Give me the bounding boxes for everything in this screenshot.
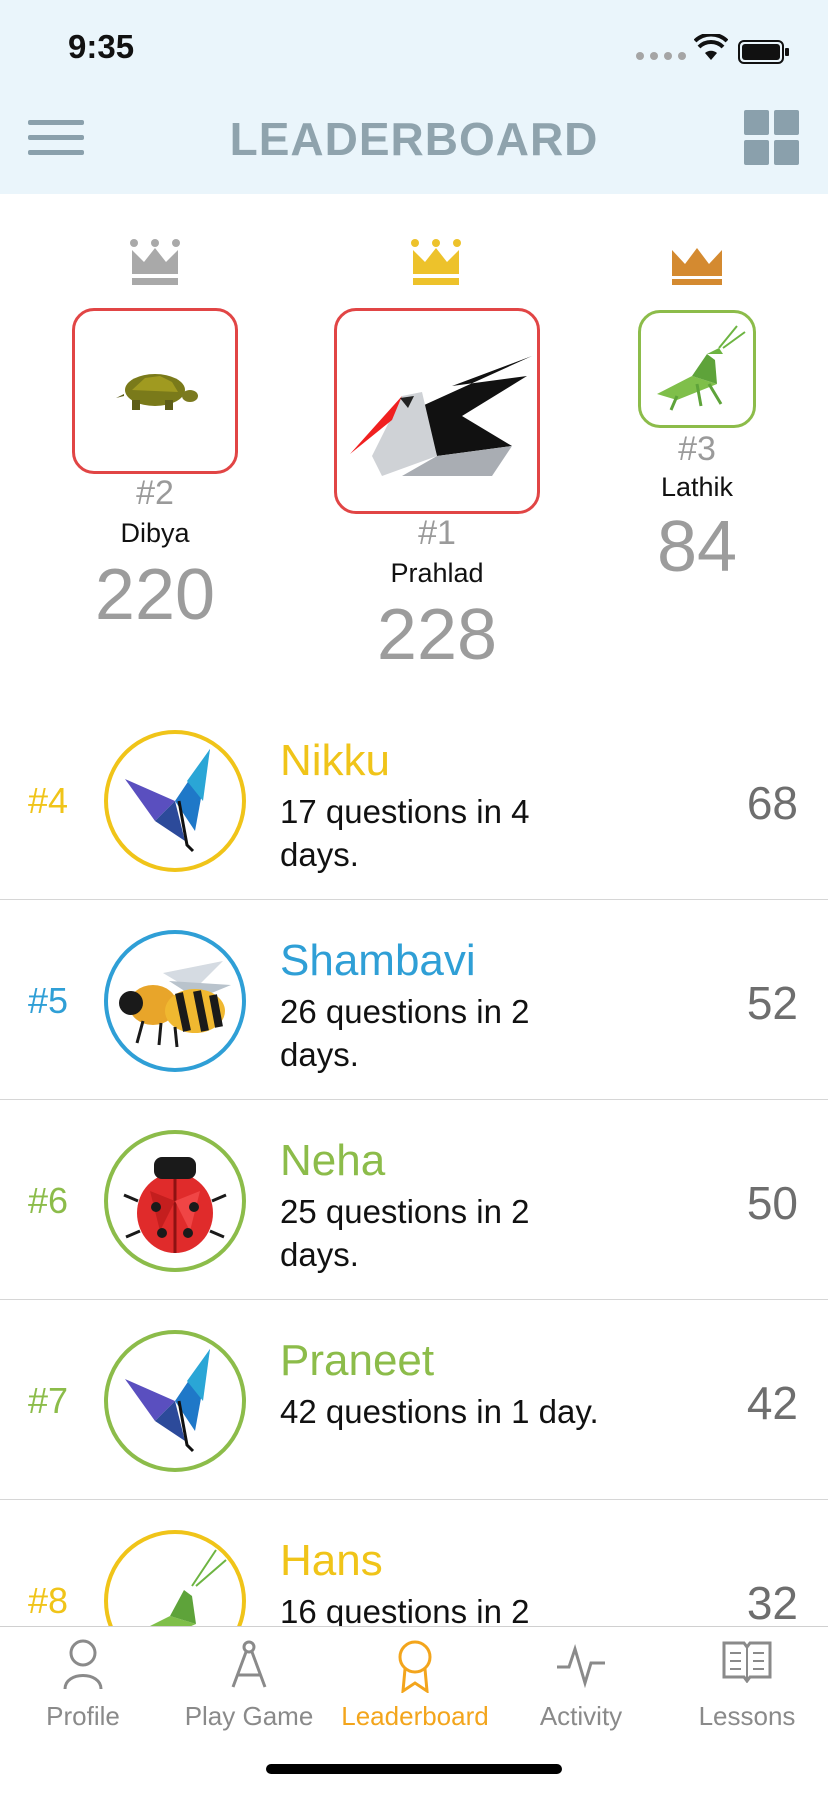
- turtle-icon: [116, 374, 198, 410]
- podium-rank: #1: [418, 514, 456, 552]
- row-score: 68: [746, 777, 798, 829]
- row-score: 50: [746, 1177, 798, 1229]
- row-name: Shambavi: [280, 936, 476, 985]
- tab-label: Profile: [46, 1701, 120, 1731]
- compass-icon: [231, 1640, 267, 1688]
- page-title: LEADERBOARD: [229, 113, 599, 165]
- row-score: 32: [746, 1577, 798, 1629]
- top-header: 9:35 LEADERBOARD: [0, 0, 828, 194]
- bee-icon: [119, 961, 231, 1048]
- row-detail: 17 questions in 4 days.: [280, 793, 530, 873]
- wifi-icon: [694, 34, 728, 60]
- row-detail: 42 questions in 1 day.: [280, 1393, 599, 1430]
- row-name: Nikku: [280, 736, 391, 785]
- podium-score: 220: [94, 555, 216, 635]
- home-indicator[interactable]: [266, 1764, 562, 1774]
- gold-crown-icon: [411, 239, 461, 285]
- activity-pulse-icon: [557, 1643, 605, 1689]
- status-icons: [616, 32, 796, 66]
- open-book-icon: [722, 1641, 772, 1683]
- mantis-icon: [657, 325, 746, 411]
- silver-crown-icon: [130, 239, 180, 285]
- tab-profile[interactable]: Profile: [0, 1627, 166, 1747]
- row-rank: #6: [28, 1180, 69, 1221]
- row-rank: #7: [28, 1380, 69, 1421]
- avatar: [104, 1330, 246, 1472]
- row-rank: #5: [28, 980, 69, 1021]
- podium-avatar-2[interactable]: [72, 308, 238, 474]
- list-item[interactable]: #6 Neha 25 questions in 2 days. 50: [0, 1100, 828, 1300]
- tab-activity[interactable]: Activity: [498, 1627, 664, 1747]
- butterfly-icon: [125, 749, 210, 853]
- podium-rank: #3: [678, 430, 716, 468]
- podium: #2 Dibya 220 #1 Prahlad 228 #3 Lathik 84: [0, 194, 828, 694]
- podium-name: Prahlad: [390, 558, 484, 588]
- list-item[interactable]: #4 Nikku 17 questions in 4 days. 68: [0, 700, 828, 900]
- ladybug-icon: [123, 1157, 227, 1253]
- podium-name: Lathik: [660, 472, 734, 502]
- award-ribbon-icon: [398, 1640, 432, 1693]
- cellular-signal-icon: [636, 52, 686, 60]
- row-detail: 25 questions in 2 days.: [280, 1193, 530, 1273]
- list-item[interactable]: #7 Praneet 42 questions in 1 day. 42: [0, 1300, 828, 1500]
- row-name: Hans: [280, 1536, 383, 1585]
- row-score: 42: [746, 1377, 798, 1429]
- bronze-crown-icon: [672, 248, 722, 285]
- battery-icon: [738, 40, 789, 64]
- row-detail: 26 questions in 2 days.: [280, 993, 530, 1073]
- podium-rank: #2: [136, 474, 174, 512]
- row-score: 52: [746, 977, 798, 1029]
- row-rank: #4: [28, 780, 69, 821]
- avatar: [104, 1130, 246, 1272]
- tab-play-game[interactable]: Play Game: [166, 1627, 332, 1747]
- butterfly-icon: [125, 1349, 210, 1453]
- avatar: [104, 930, 246, 1072]
- status-time: 9:35: [68, 28, 135, 65]
- podium-name: Dibya: [120, 518, 190, 548]
- podium-avatar-3[interactable]: [638, 310, 756, 428]
- person-icon: [63, 1639, 103, 1690]
- podium-score: 84: [656, 507, 738, 587]
- list-item[interactable]: #5 Shambavi 26 questions in 2 days. 52: [0, 900, 828, 1100]
- tab-leaderboard[interactable]: Leaderboard: [332, 1627, 498, 1747]
- row-name: Neha: [280, 1136, 386, 1185]
- tab-label: Play Game: [184, 1701, 314, 1731]
- tab-label: Leaderboard: [341, 1701, 489, 1731]
- tab-label: Lessons: [698, 1701, 796, 1731]
- grid-view-icon[interactable]: [744, 110, 800, 166]
- row-name: Praneet: [280, 1336, 435, 1385]
- tab-lessons[interactable]: Lessons: [664, 1627, 828, 1747]
- podium-score: 228: [376, 595, 498, 675]
- podium-avatar-1[interactable]: [334, 308, 540, 514]
- pelican-icon: [350, 356, 532, 476]
- avatar: [104, 730, 246, 872]
- row-rank: #8: [28, 1580, 69, 1621]
- tab-label: Activity: [539, 1701, 623, 1731]
